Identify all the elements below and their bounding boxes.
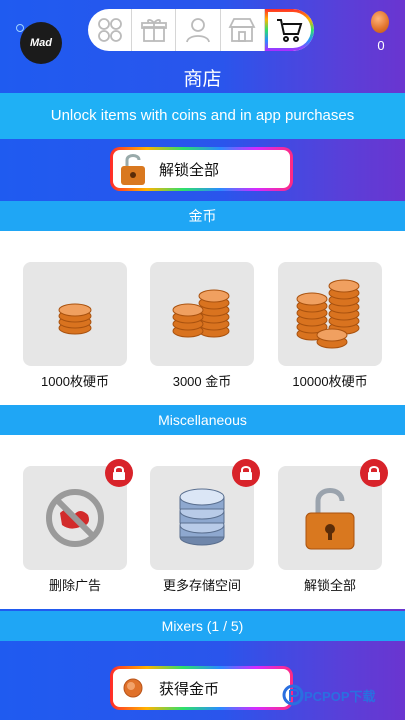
coin-count: 0 [377,38,385,53]
nav-store-button[interactable] [221,9,265,51]
unlock-all-button[interactable]: 解锁全部 [110,147,293,191]
padlock-icon [305,488,355,550]
nav-apps-button[interactable] [88,9,133,51]
misc-items-panel: 删除广告 更多存储空间 解锁全部 [0,435,405,609]
coin-icon [371,11,389,33]
unlock-all-label: 解锁全部 [159,161,220,179]
nav-profile-button[interactable] [176,9,221,51]
top-nav [88,9,314,51]
lock-badge-icon [360,459,388,487]
info-banner: Unlock items with coins and in app purch… [0,93,405,139]
padlock-icon [113,151,153,187]
store-icon [228,18,256,42]
apps-grid-icon [97,18,122,42]
coin-packs-panel: 1000枚硬币 3000 金币 10000枚硬币 [0,231,405,405]
coin-pack-small-tile[interactable] [23,262,127,366]
app-logo: Mad [16,22,62,64]
coin-pack-medium-tile[interactable] [150,262,254,366]
coin-pack-large-label: 10000枚硬币 [292,374,368,389]
database-icon [179,488,225,546]
section-header-coins: 金币 [0,201,405,231]
section-header-mixers: Mixers (1 / 5) [0,611,405,641]
logo-text: Mad [30,37,52,49]
lock-badge-icon [232,459,260,487]
watermark: PCPOP下载 [282,684,376,706]
cart-icon [277,19,303,42]
page-title: 商店 [183,69,222,90]
get-coins-button[interactable]: 获得金币 [110,666,293,710]
unlock-all-item-label: 解锁全部 [303,578,356,593]
gift-icon [140,19,167,42]
profile-icon [186,18,210,43]
coin-pack-large-tile[interactable] [278,262,382,366]
nav-cart-button[interactable] [265,9,314,51]
get-coins-label: 获得金币 [159,680,220,698]
coin-pack-medium-label: 3000 金币 [172,374,232,389]
coin-stack-medium-icon [172,289,230,338]
watermark-text: PCPOP下载 [304,688,376,704]
coin-stack-large-icon [296,279,360,349]
coin-icon [113,677,153,699]
remove-ads-label: 删除广告 [48,578,101,593]
watermark-logo-icon [282,684,304,706]
logo-dot [16,24,24,32]
lock-badge-icon [105,459,133,487]
no-ads-icon [46,489,104,547]
section-header-misc: Miscellaneous [0,405,405,435]
coin-stack-small-icon [58,303,92,335]
coin-pack-small-label: 1000枚硬币 [41,374,109,389]
nav-gift-button[interactable] [132,9,177,51]
more-storage-label: 更多存储空间 [162,578,241,593]
